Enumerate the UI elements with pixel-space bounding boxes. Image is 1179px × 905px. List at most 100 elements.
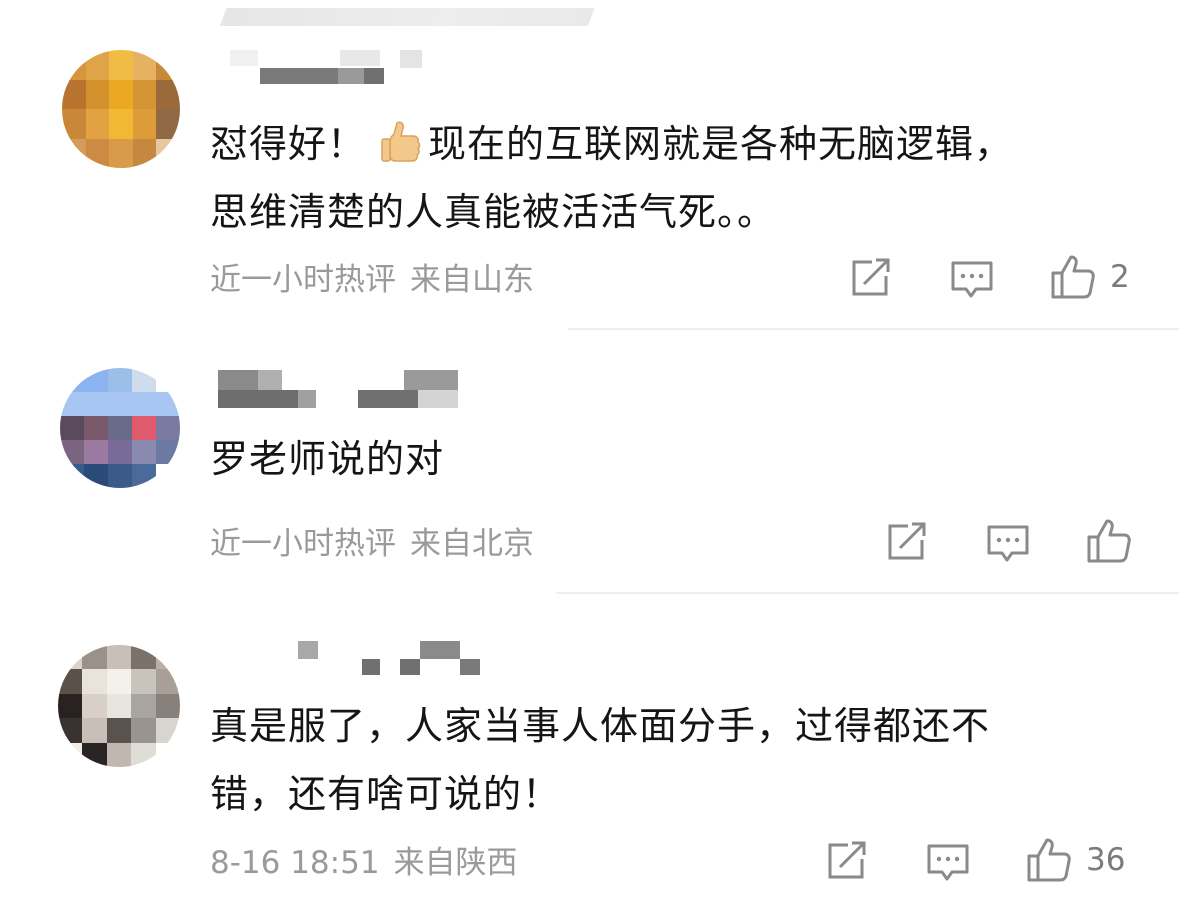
avatar-pixel xyxy=(108,392,132,416)
comment-time: 近一小时热评 xyxy=(210,526,396,562)
comment-divider xyxy=(556,592,1179,594)
avatar-pixel xyxy=(156,392,180,416)
avatar-pixel xyxy=(155,669,180,694)
avatar-pixel xyxy=(60,392,84,416)
avatar-pixel xyxy=(84,368,108,392)
avatar-pixel xyxy=(131,718,156,743)
avatar-pixel xyxy=(58,718,83,743)
comment-bubble-icon xyxy=(927,844,969,881)
avatar-pixel xyxy=(108,416,132,440)
username-blurred[interactable] xyxy=(218,366,468,410)
share-button[interactable] xyxy=(826,841,868,881)
comment-text: 罗老师说的对 xyxy=(210,437,445,481)
avatar-pixel xyxy=(108,368,132,392)
avatar-pixel xyxy=(62,79,86,109)
comment-item: 真是服了，人家当事人体面分手，过得都还不 错，还有啥可说的！ 8-16 18:5… xyxy=(0,595,1179,905)
comment-bubble-icon xyxy=(951,261,993,298)
comment-item: 怼得好！ 现在的互联网就是各种无脑逻辑， 思维清楚的人真能被活活气死。。 近一小… xyxy=(0,0,1179,330)
avatar-pixel xyxy=(131,693,156,719)
avatar-pixel xyxy=(108,440,132,464)
avatar-pixel xyxy=(106,742,132,767)
avatar-pixel xyxy=(82,718,107,743)
avatar-pixel xyxy=(82,669,107,694)
avatar-pixel xyxy=(85,50,110,80)
comment-location: 来自北京 xyxy=(410,526,534,562)
avatar-pixel xyxy=(132,464,156,488)
avatar-pixel xyxy=(109,79,133,109)
avatar-pixel xyxy=(106,645,132,670)
comment-bubble-icon xyxy=(987,525,1029,562)
avatar-pixel xyxy=(84,440,108,464)
avatar-pixel xyxy=(155,718,180,743)
avatar-pixel xyxy=(60,416,84,440)
avatar-pixel xyxy=(132,109,157,139)
avatar-pixel xyxy=(85,138,110,168)
thumbs-up-icon xyxy=(1051,255,1095,299)
avatar-pixel xyxy=(132,392,156,416)
avatar-pixel xyxy=(108,464,132,488)
avatar-pixel xyxy=(106,693,132,719)
avatar-pixel xyxy=(85,79,110,109)
avatar-pixel xyxy=(156,50,180,80)
like-button[interactable]: 2 xyxy=(1050,254,1130,300)
comment-meta: 近一小时热评 来自山东 xyxy=(210,260,534,300)
avatar-pixel xyxy=(84,416,108,440)
comment-time: 8-16 18:51 xyxy=(210,845,380,881)
avatar-pixel xyxy=(156,416,180,440)
thumbs-up-icon xyxy=(1087,519,1131,563)
avatar-pixel xyxy=(60,368,84,392)
avatar-pixel xyxy=(60,440,84,464)
like-count: 36 xyxy=(1086,842,1126,878)
share-button[interactable] xyxy=(886,522,928,562)
avatar-pixel xyxy=(155,693,180,719)
avatar-pixel xyxy=(60,464,84,488)
avatar-pixel xyxy=(132,416,156,440)
avatar-pixel xyxy=(82,742,107,767)
avatar-pixel xyxy=(131,669,156,694)
avatar-pixel xyxy=(106,669,132,694)
avatar-pixel xyxy=(58,742,83,767)
reply-button[interactable] xyxy=(926,843,970,883)
username-blurred[interactable] xyxy=(230,48,430,88)
reply-button[interactable] xyxy=(986,524,1030,564)
avatar-pixel xyxy=(156,464,180,488)
reply-button[interactable] xyxy=(950,260,994,300)
comment-item: 罗老师说的对 近一小时热评 来自北京 xyxy=(0,330,1179,595)
avatar-pixel xyxy=(82,645,107,670)
avatar-pixel xyxy=(131,645,156,670)
avatar-pixel xyxy=(109,138,133,168)
avatar-pixel xyxy=(106,718,132,743)
avatar[interactable] xyxy=(62,50,180,168)
avatar-pixel xyxy=(62,109,86,139)
comment-text: 怼得好！ 现在的互联网就是各种无脑逻辑， 思维清楚的人真能被活活气死。。 xyxy=(210,110,1140,246)
avatar-pixel xyxy=(62,138,86,168)
username-blurred[interactable] xyxy=(298,637,488,677)
avatar-pixel xyxy=(132,138,157,168)
avatar-pixel xyxy=(58,645,83,670)
like-count: 2 xyxy=(1110,259,1130,295)
avatar-pixel xyxy=(85,109,110,139)
comment-text: 真是服了，人家当事人体面分手，过得都还不 错，还有啥可说的！ xyxy=(210,704,991,816)
avatar-pixel xyxy=(131,742,156,767)
avatar-pixel xyxy=(156,138,180,168)
comment-meta: 近一小时热评 来自北京 xyxy=(210,524,534,564)
share-button[interactable] xyxy=(850,258,892,298)
comment-location: 来自陕西 xyxy=(393,845,518,881)
comment-meta: 8-16 18:51 来自陕西 xyxy=(210,843,518,883)
avatar-pixel xyxy=(155,645,180,670)
avatar-pixel xyxy=(132,50,157,80)
thumbs-up-icon xyxy=(1027,838,1071,882)
avatar[interactable] xyxy=(60,368,180,488)
avatar-pixel xyxy=(109,109,133,139)
avatar-pixel xyxy=(58,693,83,719)
avatar-pixel xyxy=(156,79,180,109)
share-icon xyxy=(828,841,866,879)
avatar-pixel xyxy=(155,742,180,767)
like-button[interactable]: 36 xyxy=(1026,837,1125,883)
avatar-pixel xyxy=(156,368,180,392)
like-button[interactable] xyxy=(1086,518,1146,564)
share-icon xyxy=(852,258,890,296)
avatar[interactable] xyxy=(58,645,180,767)
comment-time: 近一小时热评 xyxy=(210,262,396,298)
avatar-pixel xyxy=(58,669,83,694)
